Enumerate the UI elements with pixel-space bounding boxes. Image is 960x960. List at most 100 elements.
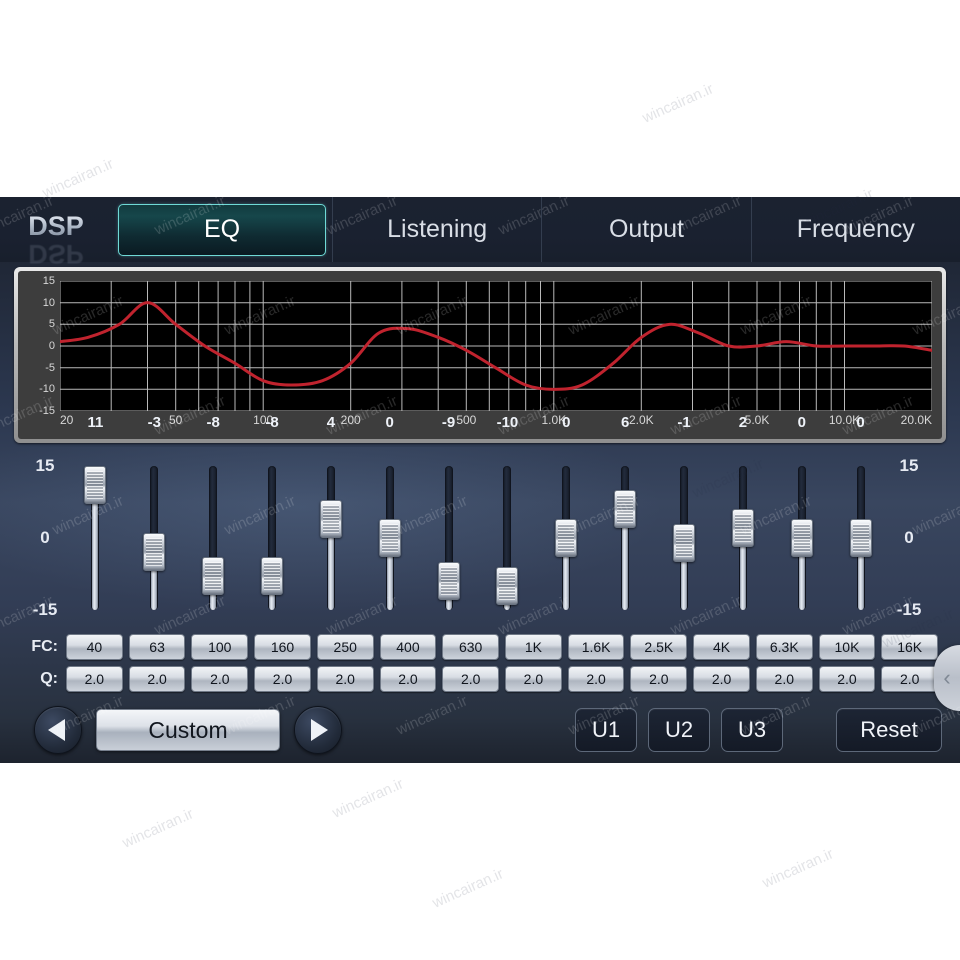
q-value-button[interactable]: 2.0 [505, 666, 562, 692]
slider-thumb[interactable] [202, 557, 225, 596]
fc-value-button[interactable]: 1K [505, 634, 562, 660]
tab-frequency[interactable]: Frequency [750, 197, 960, 262]
gain-scale-left: 15 0 -15 [24, 452, 66, 627]
fc-value-button[interactable]: 160 [254, 634, 311, 660]
graph-y-tick: 0 [48, 340, 55, 352]
gain-scale-label: 0 [904, 528, 914, 547]
watermark: wincairan.ir [119, 805, 197, 852]
slider-thumb[interactable] [496, 567, 519, 605]
eq-band-slider[interactable]: -8 [184, 414, 243, 627]
fc-value-button[interactable]: 630 [442, 634, 500, 660]
slider-thumb[interactable] [84, 466, 107, 505]
eq-band-slider[interactable]: 11 [66, 414, 125, 627]
eq-band-gain-label: -3 [147, 414, 161, 431]
tab-output-label: Output [608, 215, 685, 243]
chevron-left-icon: ‹ [943, 665, 951, 690]
user-preset-u1-label: U1 [591, 717, 621, 742]
user-preset-u3-label: U3 [737, 717, 767, 742]
slider-track-lower [622, 525, 629, 610]
slider-track-lower [386, 554, 393, 610]
gain-scale-label: -15 [32, 600, 58, 619]
tab-eq[interactable]: EQ [118, 203, 326, 256]
eq-band-slider[interactable]: 6 [596, 414, 655, 627]
eq-band-slider[interactable]: -3 [125, 414, 184, 627]
eq-band-slider[interactable]: 0 [360, 414, 419, 627]
eq-band-gain-label: -10 [496, 414, 519, 431]
eq-band-slider[interactable]: 4 [301, 414, 360, 627]
slider-thumb[interactable] [143, 533, 166, 572]
dsp-logo-text: DSP [28, 211, 84, 241]
gain-scale-label: 0 [40, 528, 50, 547]
next-preset-button[interactable] [294, 706, 342, 754]
user-preset-u2-button[interactable]: U2 [648, 708, 710, 752]
user-preset-u1-button[interactable]: U1 [575, 708, 637, 752]
fc-value-button[interactable]: 10K [818, 634, 876, 660]
eq-band-slider[interactable]: 0 [831, 414, 890, 627]
eq-band-slider[interactable]: -1 [655, 414, 714, 627]
graph-x-tick: 20.0K [900, 413, 932, 427]
slider-track-lower [151, 568, 158, 610]
q-value-button[interactable]: 2.0 [693, 666, 750, 692]
eq-band-slider[interactable]: 2 [713, 414, 772, 627]
slider-thumb[interactable] [437, 562, 460, 601]
eq-curve-plot: 15 10 5 0 -5 -10 -15 20 50 100 200 500 1.0K 2.0K 5.0K… [39, 275, 934, 427]
q-value-button[interactable]: 2.0 [254, 666, 311, 692]
eq-band-gain-label: 2 [738, 414, 748, 431]
dsp-app-panel: DSP DSP EQ Listening Output Frequency 15… [0, 197, 960, 763]
fc-value-button[interactable]: 250 [316, 634, 374, 660]
reset-button[interactable]: Reset [836, 708, 942, 752]
slider-thumb[interactable] [555, 519, 578, 557]
q-value-button[interactable]: 2.0 [316, 666, 374, 692]
eq-band-slider[interactable]: -9 [419, 414, 478, 627]
q-value-button[interactable]: 2.0 [630, 666, 688, 692]
fc-value-button[interactable]: 100 [191, 634, 249, 660]
eq-band-gain-label: -1 [677, 414, 691, 431]
q-row: Q: 2.0 2.0 2.0 2.0 2.0 2.0 2.0 2.0 2.0 2.0 2.0 2.0 2… [0, 665, 960, 693]
slider-thumb[interactable] [849, 519, 872, 557]
prev-preset-button[interactable] [34, 706, 82, 754]
triangle-left-icon [48, 719, 65, 741]
q-value-button[interactable]: 2.0 [191, 666, 249, 692]
q-value-button[interactable]: 2.0 [128, 666, 186, 692]
q-value-button[interactable]: 2.0 [442, 666, 500, 692]
q-value-button[interactable]: 2.0 [755, 666, 813, 692]
fc-value-button[interactable]: 4K [693, 634, 750, 660]
slider-thumb[interactable] [731, 509, 754, 548]
slider-thumb[interactable] [790, 519, 813, 557]
fc-value-button[interactable]: 400 [379, 634, 437, 660]
preset-name-label: Custom [148, 716, 228, 743]
slider-thumb[interactable] [319, 499, 342, 538]
q-value-button[interactable]: 2.0 [379, 666, 437, 692]
q-value-button[interactable]: 2.0 [818, 666, 876, 692]
eq-band-slider[interactable]: -8 [243, 414, 302, 627]
user-preset-u3-button[interactable]: U3 [721, 708, 783, 752]
fc-value-button[interactable]: 63 [128, 634, 186, 660]
graph-y-tick: -15 [39, 405, 55, 417]
eq-band-slider[interactable]: 0 [772, 414, 831, 627]
fc-value-button[interactable]: 1.6K [567, 634, 625, 660]
fc-value-button[interactable]: 2.5K [630, 634, 688, 660]
q-value-button[interactable]: 2.0 [66, 666, 123, 692]
slider-thumb[interactable] [614, 490, 637, 529]
tab-listening[interactable]: Listening [332, 197, 541, 262]
eq-band-gain-label: 4 [326, 414, 336, 431]
eq-band-slider[interactable]: -10 [478, 414, 537, 627]
fc-value-button[interactable]: 40 [66, 634, 123, 660]
slider-thumb[interactable] [673, 523, 696, 562]
eq-band-gain-label: 11 [87, 414, 104, 431]
gain-scale-label: -15 [896, 600, 922, 619]
fc-value-button[interactable]: 6.3K [755, 634, 813, 660]
q-value-button[interactable]: 2.0 [567, 666, 625, 692]
watermark: wincairan.ir [329, 775, 407, 822]
graph-x-tick: 500 [456, 413, 477, 427]
slider-track-lower [327, 534, 334, 610]
eq-band-gain-label: 0 [562, 414, 571, 431]
graph-x-tick: 2.0K [628, 413, 654, 427]
q-value-button[interactable]: 2.0 [881, 666, 939, 692]
preset-name-button[interactable]: Custom [96, 709, 280, 751]
tab-output[interactable]: Output [541, 197, 750, 262]
eq-band-slider[interactable]: 0 [537, 414, 596, 627]
slider-thumb[interactable] [378, 519, 401, 557]
fc-value-button[interactable]: 16K [881, 634, 939, 660]
slider-thumb[interactable] [261, 557, 283, 596]
